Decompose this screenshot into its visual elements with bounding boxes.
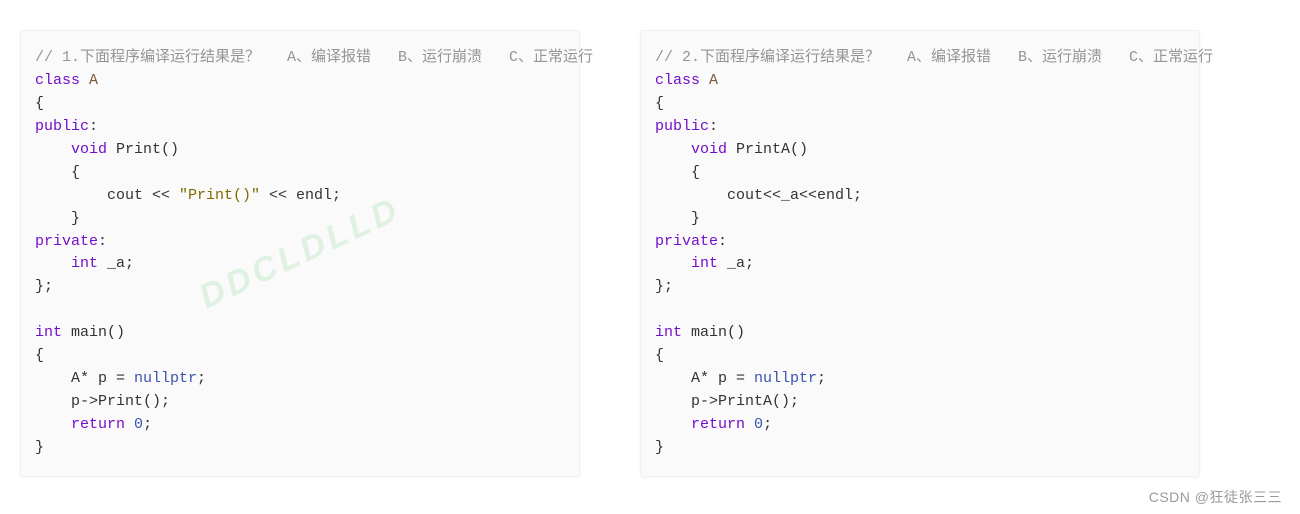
indent bbox=[35, 416, 71, 433]
paren: () bbox=[790, 141, 808, 158]
keyword-int: int bbox=[35, 324, 62, 341]
paren: () bbox=[107, 324, 125, 341]
keyword-int: int bbox=[691, 255, 718, 272]
indent bbox=[655, 416, 691, 433]
keyword-public: public bbox=[35, 118, 89, 135]
space bbox=[745, 416, 754, 433]
footer-attribution: CSDN @狂徒张三三 bbox=[1149, 487, 1282, 508]
function-main: main bbox=[682, 324, 727, 341]
keyword-void: void bbox=[71, 141, 107, 158]
brace-open: { bbox=[655, 347, 664, 364]
brace-close: } bbox=[35, 439, 44, 456]
class-name: A bbox=[700, 72, 718, 89]
code-snippet-1: DDCLDLLD // 1.下面程序编译运行结果是？ A、编译报错 B、运行崩溃… bbox=[20, 30, 580, 477]
indent bbox=[655, 255, 691, 272]
keyword-int: int bbox=[71, 255, 98, 272]
colon: : bbox=[98, 233, 107, 250]
code-block-1: // 1.下面程序编译运行结果是？ A、编译报错 B、运行崩溃 C、正常运行 c… bbox=[35, 47, 565, 460]
member-name: _a; bbox=[98, 255, 134, 272]
brace-close-inner: } bbox=[35, 210, 80, 227]
code-line: p->PrintA(); bbox=[655, 393, 799, 410]
brace-open-inner: { bbox=[655, 164, 700, 181]
code-line: cout << bbox=[35, 187, 179, 204]
brace-close-inner: } bbox=[655, 210, 700, 227]
keyword-nullptr: nullptr bbox=[754, 370, 817, 387]
class-close: }; bbox=[655, 278, 673, 295]
keyword-return: return bbox=[71, 416, 125, 433]
snippets-row: DDCLDLLD // 1.下面程序编译运行结果是？ A、编译报错 B、运行崩溃… bbox=[0, 0, 1300, 477]
brace-open: { bbox=[655, 95, 664, 112]
code-line: A* p = bbox=[655, 370, 754, 387]
indent bbox=[35, 255, 71, 272]
colon: : bbox=[718, 233, 727, 250]
code-line: p->Print(); bbox=[35, 393, 170, 410]
keyword-class: class bbox=[655, 72, 700, 89]
space bbox=[125, 416, 134, 433]
keyword-public: public bbox=[655, 118, 709, 135]
paren: () bbox=[161, 141, 179, 158]
semicolon: ; bbox=[763, 416, 772, 433]
string-literal: "Print()" bbox=[179, 187, 260, 204]
code-line: << endl; bbox=[260, 187, 341, 204]
indent bbox=[35, 141, 71, 158]
keyword-int: int bbox=[655, 324, 682, 341]
semicolon: ; bbox=[143, 416, 152, 433]
comment-line: // 1.下面程序编译运行结果是？ A、编译报错 B、运行崩溃 C、正常运行 bbox=[35, 49, 593, 66]
keyword-nullptr: nullptr bbox=[134, 370, 197, 387]
class-close: }; bbox=[35, 278, 53, 295]
code-block-2: // 2.下面程序编译运行结果是？ A、编译报错 B、运行崩溃 C、正常运行 c… bbox=[655, 47, 1185, 460]
function-name: PrintA bbox=[727, 141, 790, 158]
code-line: A* p = bbox=[35, 370, 134, 387]
brace-open-inner: { bbox=[35, 164, 80, 181]
keyword-private: private bbox=[35, 233, 98, 250]
keyword-return: return bbox=[691, 416, 745, 433]
code-snippet-2: // 2.下面程序编译运行结果是？ A、编译报错 B、运行崩溃 C、正常运行 c… bbox=[640, 30, 1200, 477]
function-main: main bbox=[62, 324, 107, 341]
colon: : bbox=[89, 118, 98, 135]
comment-line: // 2.下面程序编译运行结果是？ A、编译报错 B、运行崩溃 C、正常运行 bbox=[655, 49, 1213, 66]
keyword-class: class bbox=[35, 72, 80, 89]
brace-open: { bbox=[35, 347, 44, 364]
brace-open: { bbox=[35, 95, 44, 112]
number-zero: 0 bbox=[134, 416, 143, 433]
paren: () bbox=[727, 324, 745, 341]
number-zero: 0 bbox=[754, 416, 763, 433]
function-name: Print bbox=[107, 141, 161, 158]
keyword-private: private bbox=[655, 233, 718, 250]
brace-close: } bbox=[655, 439, 664, 456]
indent bbox=[655, 141, 691, 158]
keyword-void: void bbox=[691, 141, 727, 158]
semicolon: ; bbox=[817, 370, 826, 387]
colon: : bbox=[709, 118, 718, 135]
member-name: _a; bbox=[718, 255, 754, 272]
class-name: A bbox=[80, 72, 98, 89]
semicolon: ; bbox=[197, 370, 206, 387]
code-line: cout<<_a<<endl; bbox=[655, 187, 862, 204]
